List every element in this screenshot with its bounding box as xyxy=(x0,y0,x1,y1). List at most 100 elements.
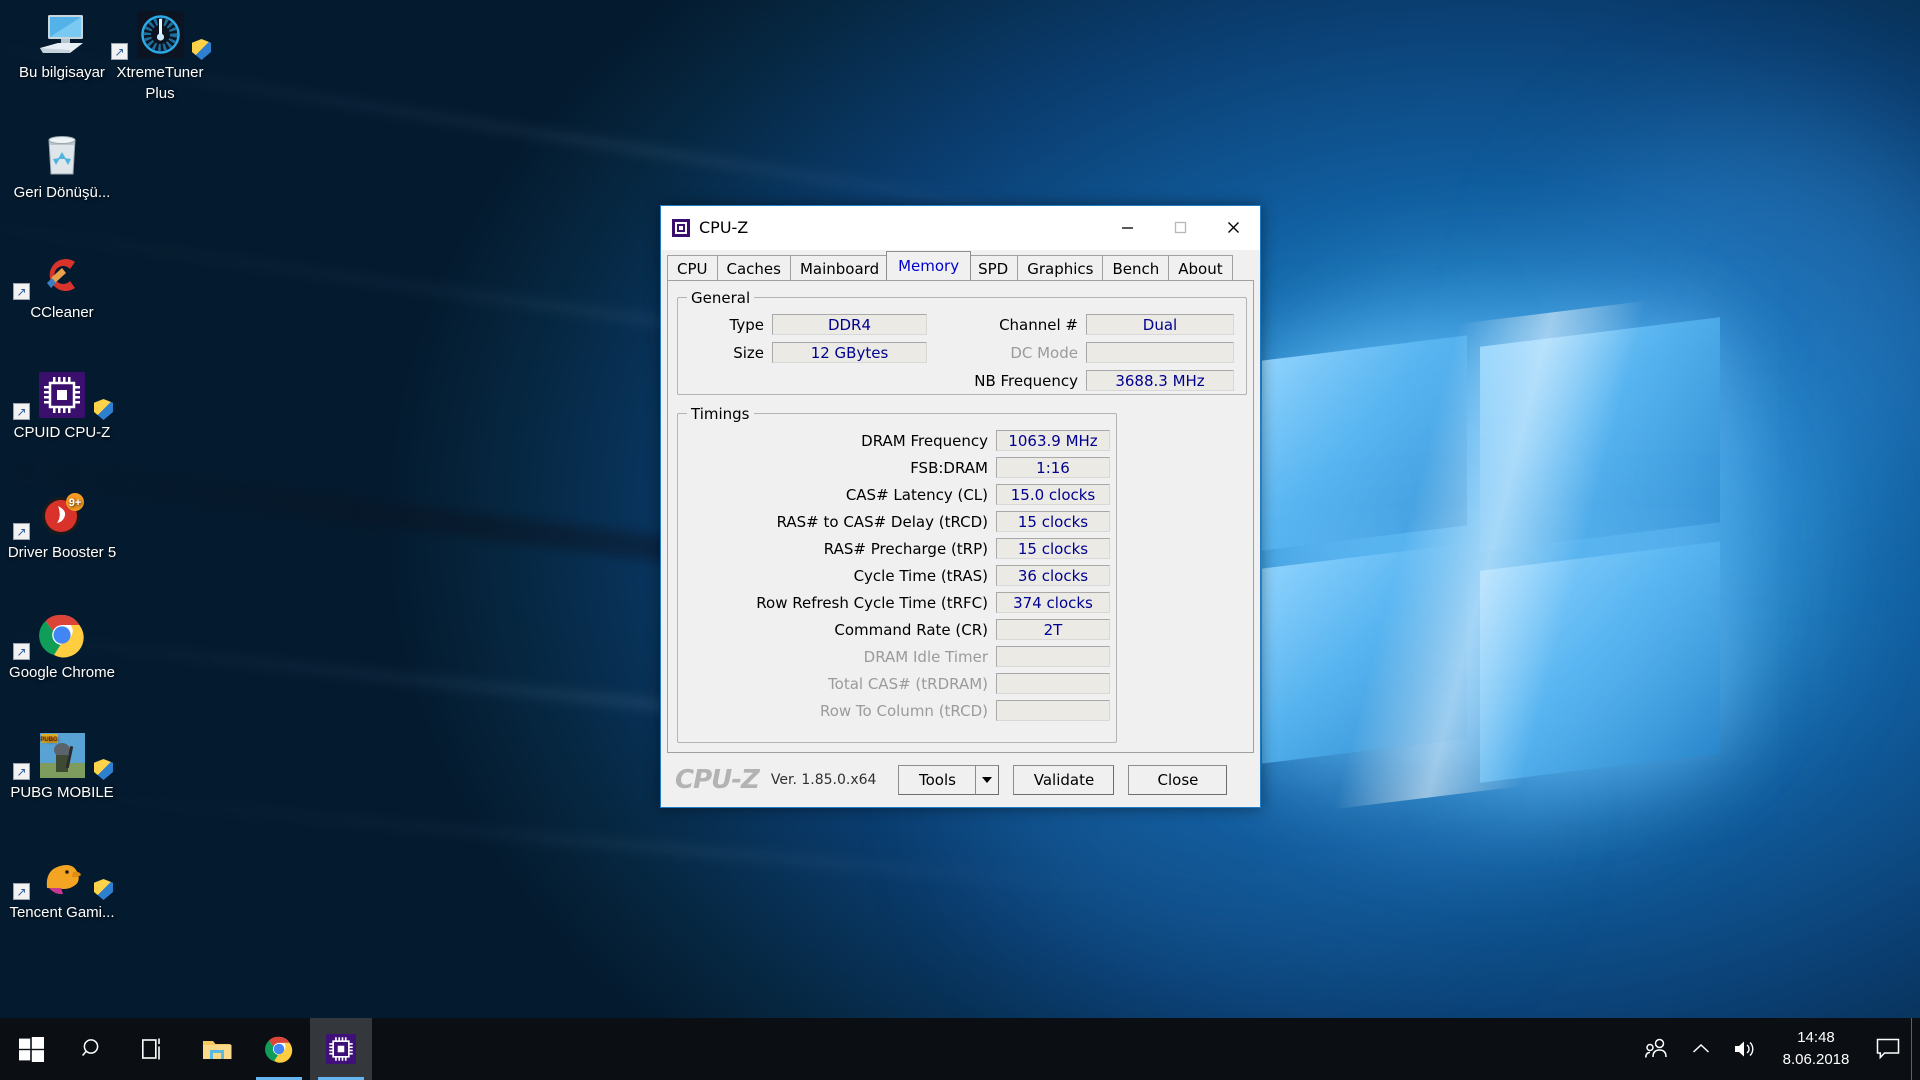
cpuz-titlebar[interactable]: CPU-Z xyxy=(661,206,1260,250)
cycle-time-label: Cycle Time (tRAS) xyxy=(853,566,988,585)
desktop-icon-grid: Bu bilgisayar ↗ XtremeTuner Plus Geri Dö… xyxy=(0,0,420,1010)
xtremetuner-icon: ↗ xyxy=(105,8,215,60)
general-row-type: Type DDR4 xyxy=(684,314,927,335)
desktop-icon-ccleaner[interactable]: ↗ CCleaner xyxy=(7,248,117,324)
svg-text:9+: 9+ xyxy=(69,497,82,509)
tab-spd[interactable]: SPD xyxy=(968,255,1019,281)
taskbar-cpu-z[interactable] xyxy=(310,1018,372,1080)
start-button[interactable] xyxy=(0,1018,62,1080)
desktop-icon-label: CCleaner xyxy=(30,304,94,321)
command-rate-value: 2T xyxy=(996,619,1110,640)
taskbar-google-chrome[interactable] xyxy=(248,1018,310,1080)
tab-label: CPU xyxy=(677,259,708,278)
close-dialog-button[interactable]: Close xyxy=(1128,765,1228,795)
system-tray[interactable]: 14:48 8.06.2018 xyxy=(1635,1018,1920,1080)
shortcut-overlay-icon: ↗ xyxy=(13,403,30,420)
svg-text:PUBG: PUBG xyxy=(40,737,58,743)
memory-tab-page: General Type DDR4 Size 12 GBytes Channel… xyxy=(667,280,1254,753)
clock-date: 8.06.2018 xyxy=(1782,1051,1850,1068)
general-row-channel: Channel # Dual xyxy=(946,314,1234,335)
general-legend: General xyxy=(687,289,755,307)
desktop-icon-recycle-bin[interactable]: Geri Dönüşü... xyxy=(7,128,117,204)
tab-label: Memory xyxy=(898,257,960,275)
desktop-icon-label: Tencent Gami... xyxy=(9,904,115,921)
show-hidden-icons-chevron-up-icon[interactable] xyxy=(1679,1018,1723,1080)
desktop-icon-google-chrome[interactable]: ↗ Google Chrome xyxy=(7,608,117,684)
tab-graphics[interactable]: Graphics xyxy=(1017,255,1104,281)
taskbar-clock[interactable]: 14:48 8.06.2018 xyxy=(1767,1018,1865,1080)
shortcut-overlay-icon: ↗ xyxy=(13,763,30,780)
taskbar-file-explorer[interactable] xyxy=(186,1018,248,1080)
desktop-icon-label: Bu bilgisayar xyxy=(19,64,105,81)
channel-label: Channel # xyxy=(999,315,1078,334)
desktop-icon-label: Driver Booster 5 xyxy=(7,544,117,561)
task-view-button[interactable] xyxy=(124,1018,186,1080)
tools-button[interactable]: Tools xyxy=(898,765,977,795)
general-group: General Type DDR4 Size 12 GBytes Channel… xyxy=(677,289,1247,395)
timings-row-total-cas: Total CAS# (tRDRAM) xyxy=(684,673,1110,694)
windows-logo-pane xyxy=(1262,543,1467,764)
tab-cpu[interactable]: CPU xyxy=(667,255,718,281)
command-rate-label: Command Rate (CR) xyxy=(834,620,988,639)
desktop-icon-label: XtremeTuner Plus xyxy=(116,64,204,102)
ras-precharge-label: RAS# Precharge (tRP) xyxy=(823,539,988,558)
desktop-icon-cpuid-cpu-z[interactable]: ↗ CPUID CPU-Z xyxy=(7,368,117,444)
ras-to-cas-delay-value: 15 clocks xyxy=(996,511,1110,532)
nb-frequency-label: NB Frequency xyxy=(974,371,1078,390)
cpuz-window[interactable]: CPU-Z CPU Caches Mainboard Memory SPD Gr… xyxy=(660,205,1261,808)
total-cas-value xyxy=(996,673,1110,694)
people-icon[interactable] xyxy=(1635,1018,1679,1080)
desktop-icon-xtremetuner-plus[interactable]: ↗ XtremeTuner Plus xyxy=(105,8,215,104)
show-desktop-button[interactable] xyxy=(1911,1018,1920,1080)
desktop-icon-label: PUBG MOBILE xyxy=(10,784,114,801)
desktop-icon-label: CPUID CPU-Z xyxy=(13,424,111,441)
close-button[interactable] xyxy=(1207,206,1260,249)
desktop[interactable]: Bu bilgisayar ↗ XtremeTuner Plus Geri Dö… xyxy=(0,0,1920,1080)
size-label: Size xyxy=(733,343,764,362)
ccleaner-icon: ↗ xyxy=(7,248,117,300)
tencent-gaming-icon: ↗ xyxy=(7,848,117,900)
timings-row-row-to-column: Row To Column (tRCD) xyxy=(684,700,1110,721)
size-value: 12 GBytes xyxy=(772,342,927,363)
uac-shield-icon xyxy=(94,399,113,420)
timings-row-fsb-dram: FSB:DRAM 1:16 xyxy=(684,457,1110,478)
validate-button[interactable]: Validate xyxy=(1013,765,1115,795)
timings-legend: Timings xyxy=(687,405,754,423)
window-controls xyxy=(1101,206,1260,249)
taskbar[interactable]: 14:48 8.06.2018 xyxy=(0,1018,1920,1080)
tab-memory[interactable]: Memory xyxy=(886,251,972,280)
version-label: Ver. 1.85.0.x64 xyxy=(770,772,877,788)
action-center-icon[interactable] xyxy=(1865,1018,1911,1080)
desktop-icon-driver-booster-5[interactable]: 9+ ↗ Driver Booster 5 xyxy=(7,488,117,564)
ras-precharge-value: 15 clocks xyxy=(996,538,1110,559)
desktop-icon-tencent-gaming[interactable]: ↗ Tencent Gami... xyxy=(7,848,117,924)
type-value: DDR4 xyxy=(772,314,927,335)
tab-bench[interactable]: Bench xyxy=(1102,255,1170,281)
volume-icon[interactable] xyxy=(1723,1018,1767,1080)
minimize-button[interactable] xyxy=(1101,206,1154,249)
dc-mode-label: DC Mode xyxy=(1010,343,1078,362)
clock-time: 14:48 xyxy=(1797,1029,1835,1047)
cpuz-tabstrip[interactable]: CPU Caches Mainboard Memory SPD Graphics… xyxy=(667,251,1260,281)
tools-dropdown-button[interactable] xyxy=(975,765,1000,795)
windows-logo-pane xyxy=(1480,317,1720,552)
desktop-icon-label: Google Chrome xyxy=(9,664,115,681)
desktop-icon-pubg-mobile[interactable]: PUBG ↗ PUBG MOBILE xyxy=(7,728,117,804)
tab-label: Graphics xyxy=(1027,259,1094,278)
tab-label: Caches xyxy=(726,259,781,278)
tab-about[interactable]: About xyxy=(1168,255,1233,281)
search-button[interactable] xyxy=(62,1018,124,1080)
general-row-size: Size 12 GBytes xyxy=(684,342,927,363)
dram-idle-timer-value xyxy=(996,646,1110,667)
nb-frequency-value: 3688.3 MHz xyxy=(1086,370,1234,391)
cpuz-logo: CPU-Z xyxy=(675,765,760,795)
desktop-icon-bu-bilgisayar[interactable]: Bu bilgisayar xyxy=(7,8,117,84)
tab-caches[interactable]: Caches xyxy=(716,255,791,281)
general-row-dc-mode: DC Mode xyxy=(946,342,1234,363)
shortcut-overlay-icon: ↗ xyxy=(13,523,30,540)
timings-row-trcd: RAS# to CAS# Delay (tRCD) 15 clocks xyxy=(684,511,1110,532)
maximize-button[interactable] xyxy=(1154,206,1207,249)
uac-shield-icon xyxy=(192,39,211,60)
windows-logo-pane xyxy=(1262,335,1467,551)
tab-mainboard[interactable]: Mainboard xyxy=(789,255,890,281)
